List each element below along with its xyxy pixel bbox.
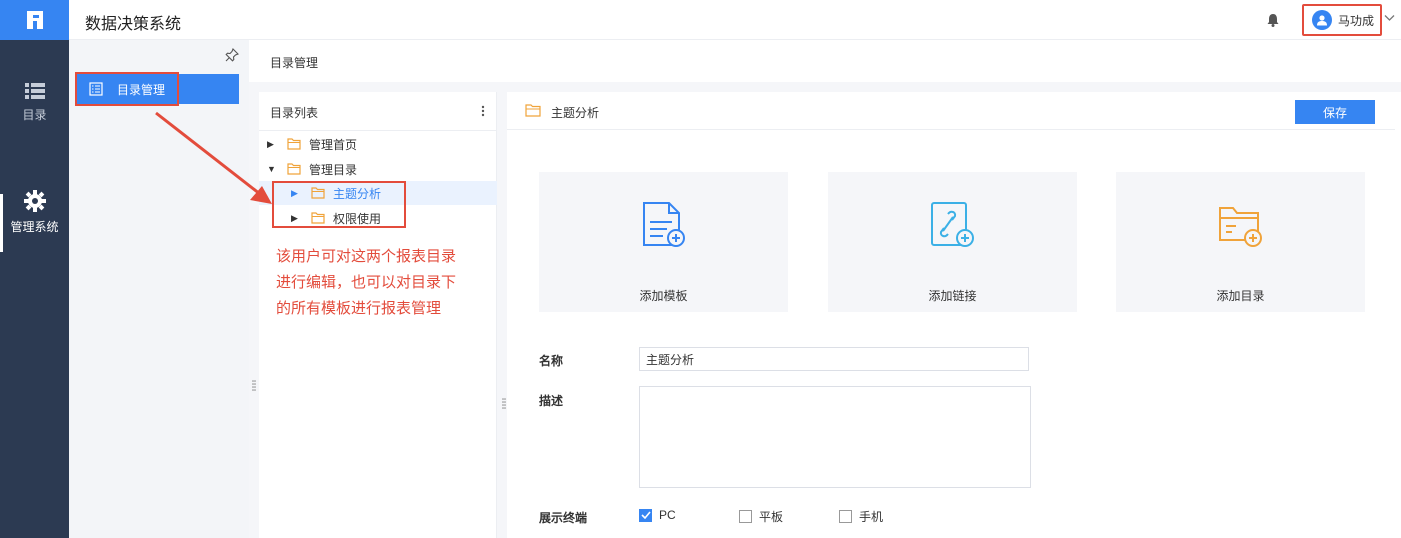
left-rail: 目录 管理系统 bbox=[0, 0, 69, 538]
logo[interactable] bbox=[0, 0, 69, 40]
checkbox-label: PC bbox=[659, 508, 676, 522]
breadcrumb-bar: 目录管理 bbox=[249, 40, 1401, 82]
user-name: 马功成 bbox=[1338, 13, 1375, 28]
description-input[interactable] bbox=[639, 386, 1031, 488]
checkbox-icon[interactable] bbox=[739, 510, 752, 523]
detail-panel: 主题分析 保存 添加模板 添加链接 添加目录 名称 主题分析 描述 展示终端 P… bbox=[507, 92, 1401, 538]
drag-handle-icon[interactable] bbox=[502, 398, 506, 410]
save-button[interactable]: 保存 bbox=[1295, 100, 1375, 124]
add-folder-icon bbox=[1219, 207, 1262, 247]
top-bar: 数据决策系统 马功成 bbox=[69, 0, 1401, 40]
checkbox-checked-icon[interactable] bbox=[639, 508, 652, 522]
panel-header: 主题分析 保存 bbox=[507, 92, 1395, 130]
add-link-icon bbox=[931, 202, 974, 247]
annotation-text: 该用户可对这两个报表目录 进行编辑，也可以对目录下 的所有模板进行报表管理 bbox=[276, 244, 486, 322]
add-folder-card[interactable]: 添加目录 bbox=[1116, 172, 1365, 312]
more-icon[interactable] bbox=[481, 105, 485, 117]
card-label: 添加目录 bbox=[1216, 289, 1265, 303]
menu-item-catalog-management[interactable]: 目录管理 bbox=[75, 72, 239, 106]
highlight-box bbox=[272, 181, 406, 228]
user-icon bbox=[1317, 15, 1327, 26]
bell-icon[interactable] bbox=[1267, 13, 1279, 27]
add-template-card[interactable]: 添加模板 bbox=[539, 172, 788, 312]
checkbox-pc[interactable]: PC bbox=[639, 508, 676, 522]
rail-item-management[interactable]: 管理系统 bbox=[0, 190, 69, 260]
checkbox-label: 平板 bbox=[759, 510, 784, 524]
description-label: 描述 bbox=[539, 394, 564, 408]
folder-icon bbox=[287, 138, 301, 150]
terminal-label: 展示终端 bbox=[539, 511, 588, 525]
gear-icon bbox=[23, 190, 46, 212]
divider bbox=[259, 130, 497, 131]
checkbox-tablet[interactable]: 平板 bbox=[739, 508, 783, 525]
chevron-down-icon[interactable] bbox=[1384, 14, 1395, 22]
annotation-arrow bbox=[155, 111, 272, 204]
tree-node-label: 管理目录 bbox=[309, 162, 358, 177]
rail-item-catalog[interactable]: 目录 bbox=[0, 82, 69, 152]
annotation-line: 该用户可对这两个报表目录 bbox=[276, 248, 457, 265]
add-template-icon bbox=[643, 202, 685, 247]
folder-open-icon bbox=[287, 163, 301, 175]
tree-node-label: 管理首页 bbox=[309, 137, 358, 152]
tree-node-home[interactable]: ▶ 管理首页 bbox=[267, 132, 497, 156]
highlight-box bbox=[75, 72, 179, 106]
pin-icon[interactable] bbox=[225, 48, 239, 62]
drag-handle-icon[interactable] bbox=[252, 380, 256, 392]
checkbox-phone[interactable]: 手机 bbox=[839, 508, 883, 525]
rail-item-label: 管理系统 bbox=[10, 220, 59, 234]
add-link-card[interactable]: 添加链接 bbox=[828, 172, 1077, 312]
name-label: 名称 bbox=[539, 354, 564, 368]
tree-node-management[interactable]: ▼ 管理目录 bbox=[267, 157, 497, 181]
panel-title: 主题分析 bbox=[551, 106, 600, 120]
annotation-line: 进行编辑，也可以对目录下 bbox=[276, 274, 457, 291]
app-title: 数据决策系统 bbox=[85, 16, 182, 33]
card-label: 添加链接 bbox=[928, 289, 977, 303]
rail-item-label: 目录 bbox=[22, 108, 47, 122]
checkbox-icon[interactable] bbox=[839, 510, 852, 523]
name-input[interactable]: 主题分析 bbox=[639, 347, 1029, 371]
card-label: 添加模板 bbox=[639, 289, 688, 303]
list-icon bbox=[24, 83, 45, 99]
logo-icon bbox=[26, 11, 43, 29]
user-menu[interactable]: 马功成 bbox=[1302, 4, 1382, 36]
breadcrumb: 目录管理 bbox=[270, 56, 319, 70]
annotation-line: 的所有模板进行报表管理 bbox=[276, 300, 442, 317]
checkbox-label: 手机 bbox=[859, 510, 884, 524]
folder-open-icon bbox=[525, 104, 541, 117]
avatar bbox=[1312, 10, 1332, 30]
